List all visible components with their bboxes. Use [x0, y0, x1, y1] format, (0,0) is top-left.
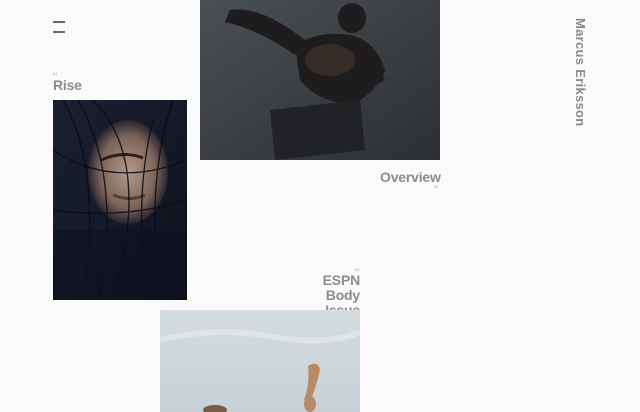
project-image-espn-body-issue[interactable] — [160, 310, 360, 412]
menu-icon-line — [53, 31, 65, 33]
project-title-rise[interactable]: Rise — [53, 77, 82, 93]
project-title-line: ESPN Body — [322, 272, 361, 303]
project-image-overview[interactable] — [200, 0, 440, 160]
menu-icon-line — [53, 21, 65, 23]
project-number: 02 — [434, 184, 439, 189]
project-image-rise[interactable] — [53, 100, 187, 300]
menu-icon[interactable] — [53, 20, 66, 33]
project-title-overview[interactable]: Overview — [380, 169, 441, 185]
site-name[interactable]: Marcus Eriksson — [573, 18, 588, 127]
project-number: 01 — [53, 71, 58, 76]
